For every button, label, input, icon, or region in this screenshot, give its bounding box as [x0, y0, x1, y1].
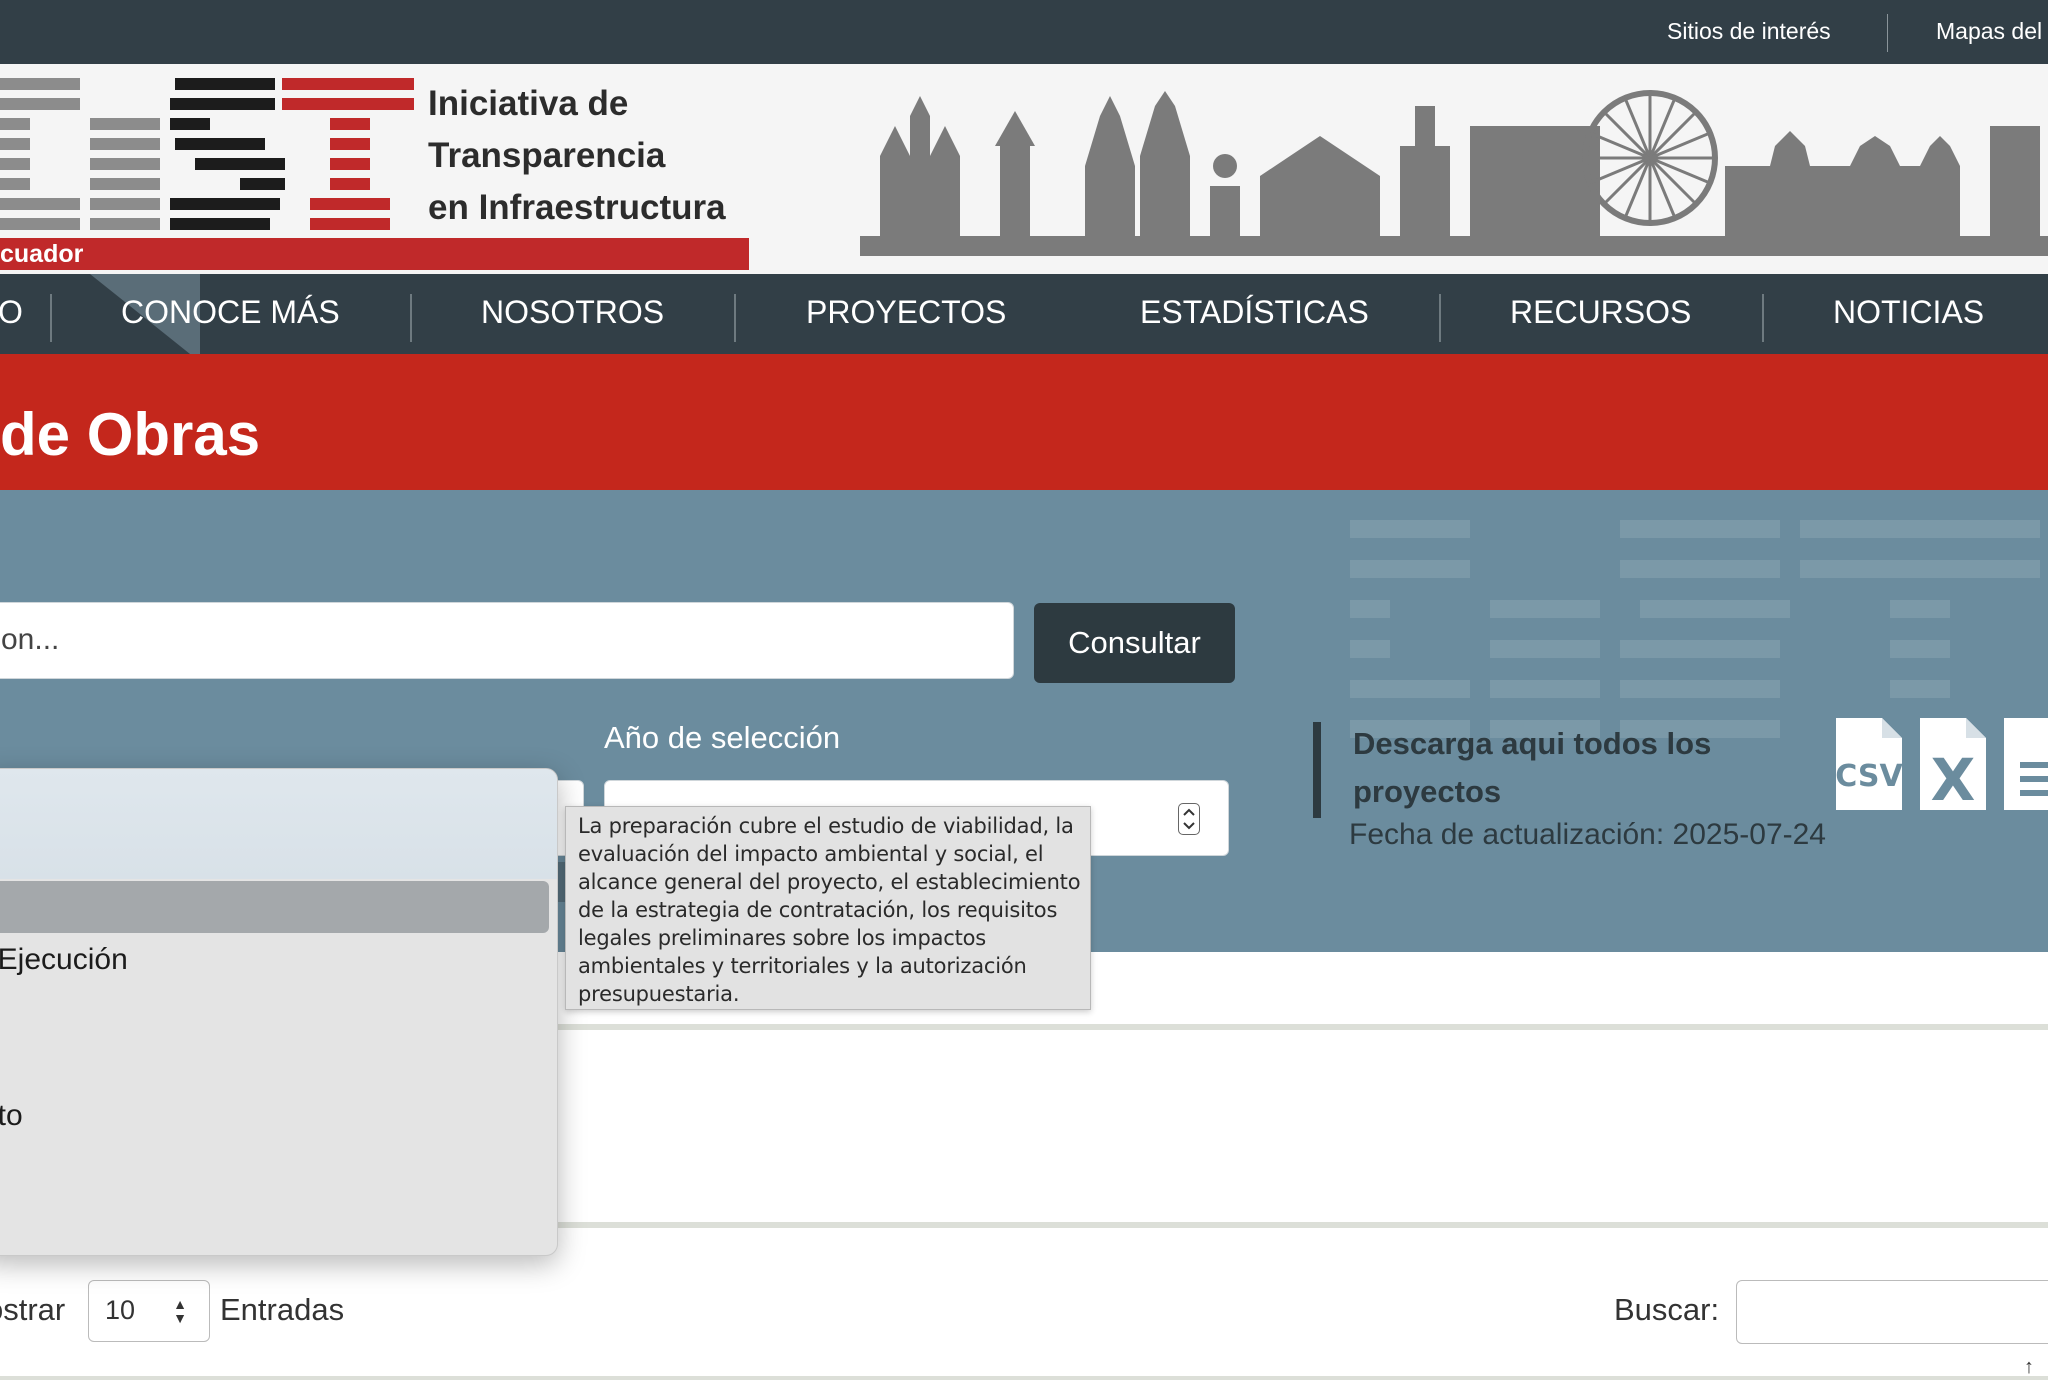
nav-item-inicio[interactable]: O — [0, 294, 23, 331]
table-search-input[interactable] — [1736, 1280, 2048, 1344]
stage-tooltip: La preparación cubre el estudio de viabi… — [565, 806, 1091, 1010]
dropdown-option[interactable]: / Ejecución — [0, 943, 128, 977]
logo-tagline: Iniciativa de Transparencia en Infraestr… — [428, 78, 726, 234]
cost-watermark-logo — [1350, 520, 2040, 738]
project-search-input[interactable]: on... — [0, 602, 1014, 679]
nav-item-proyectos[interactable]: PROYECTOS — [806, 294, 1006, 331]
csv-file-icon[interactable]: CSV — [1830, 714, 1906, 814]
nav-item-conoce-mas[interactable]: CONOCE MÁS — [121, 294, 340, 331]
city-skyline-illustration — [860, 90, 2048, 256]
update-date: Fecha de actualización: 2025-07-24 — [1349, 818, 1826, 851]
download-accent-bar — [1313, 722, 1321, 818]
dropdown-top-area — [0, 769, 557, 879]
entries-select[interactable]: 10 ▲ ▼ — [88, 1280, 210, 1342]
cost-logo[interactable] — [0, 76, 420, 236]
dropdown-option[interactable]: nto — [0, 1099, 23, 1133]
nav-separator — [1762, 294, 1764, 342]
year-stepper-icon[interactable] — [1178, 803, 1200, 835]
top-bar-divider — [1887, 14, 1888, 52]
mapas-link[interactable]: Mapas del — [1936, 18, 2042, 45]
year-label: Año de selección — [604, 720, 841, 755]
stage-dropdown-list: / Ejecución nto — [0, 768, 558, 1256]
excel-file-icon[interactable]: X — [1914, 714, 1990, 814]
table-top-rule — [0, 1376, 2048, 1380]
dropdown-option-highlighted[interactable] — [0, 881, 549, 933]
excel-label: X — [1931, 746, 1976, 814]
nav-item-estadisticas[interactable]: ESTADÍSTICAS — [1140, 294, 1369, 331]
country-bar: cuador — [0, 238, 749, 270]
nav-separator — [1439, 294, 1441, 342]
logo-line-1: Iniciativa de — [428, 84, 629, 123]
page-title: de Obras — [0, 401, 261, 468]
text-file-icon[interactable] — [1998, 714, 2048, 814]
csv-label: CSV — [1835, 759, 1903, 794]
sitios-de-interes-link[interactable]: Sitios de interés — [1667, 18, 1831, 45]
nav-separator — [734, 294, 736, 342]
entries-value: 10 — [105, 1295, 136, 1325]
nav-item-noticias[interactable]: NOTICIAS — [1833, 294, 1984, 331]
tooltip-text: La preparación cubre el estudio de viabi… — [578, 814, 1081, 1006]
top-bar: Sitios de interés Mapas del — [0, 0, 2048, 64]
show-entries-label: ostrar — [0, 1292, 66, 1327]
select-arrows-icon: ▲ ▼ — [173, 1296, 187, 1326]
table-search-label: Buscar: — [1614, 1292, 1720, 1327]
site-header: Iniciativa de Transparencia en Infraestr… — [0, 64, 2048, 274]
download-all-title: Descarga aqui todos los proyectos — [1353, 726, 1712, 809]
logo-line-2: Transparencia — [428, 136, 666, 175]
nav-item-recursos[interactable]: RECURSOS — [1510, 294, 1691, 331]
logo-line-3: en Infraestructura — [428, 188, 726, 227]
country-label: cuador — [0, 240, 84, 268]
title-band: de Obras — [0, 354, 2048, 490]
entries-label: Entradas — [220, 1292, 345, 1327]
main-nav: O CONOCE MÁS NOSOTROS PROYECTOS ESTADÍST… — [0, 274, 2048, 354]
consultar-button[interactable]: Consultar — [1034, 603, 1235, 683]
nav-separator — [50, 294, 52, 342]
nav-item-nosotros[interactable]: NOSOTROS — [481, 294, 664, 331]
nav-separator — [410, 294, 412, 342]
